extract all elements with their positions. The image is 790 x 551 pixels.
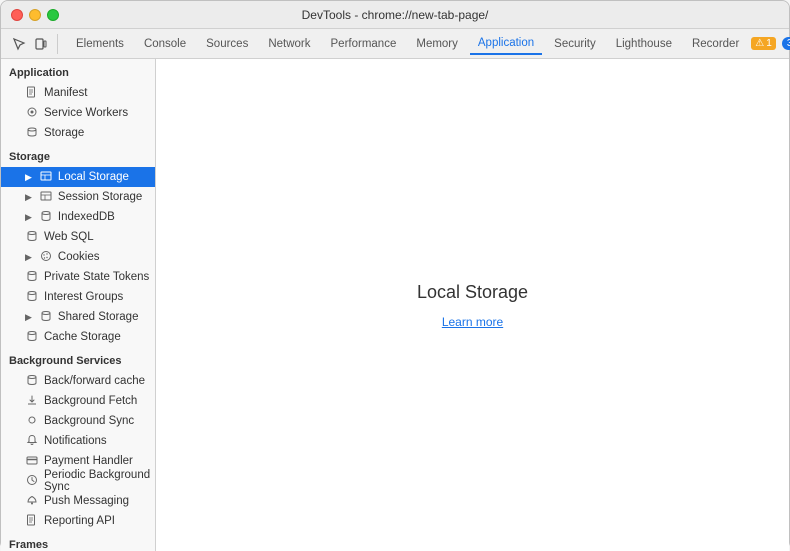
sidebar-item-push-messaging[interactable]: Push Messaging [1,491,155,511]
content-title: Local Storage [417,282,528,303]
back-forward-cache-label: Back/forward cache [44,375,151,387]
payment-handler-label: Payment Handler [44,455,151,467]
window-title: DevTools - chrome://new-tab-page/ [302,8,489,22]
local-storage-label: Local Storage [58,171,151,183]
storage-icon [25,126,39,141]
tab-console[interactable]: Console [136,34,194,54]
cache-storage-icon [25,330,39,345]
manifest-label: Manifest [44,87,151,99]
main-layout: Application Manifest Service Workers Sto… [1,59,789,551]
sidebar-item-notifications[interactable]: Notifications [1,431,155,451]
background-fetch-icon [25,394,39,409]
minimize-button[interactable] [29,9,41,21]
local-storage-chevron: ▶ [25,172,32,183]
periodic-background-sync-label: Periodic Background Sync [44,469,151,493]
cookies-label: Cookies [58,251,151,263]
manifest-icon [25,86,39,101]
warning-badge[interactable]: ⚠ 1 [751,37,776,50]
back-forward-cache-icon [25,374,39,389]
cache-storage-label: Cache Storage [44,331,151,343]
sidebar-item-payment-handler[interactable]: Payment Handler [1,451,155,471]
tab-security[interactable]: Security [546,34,604,54]
sidebar-item-interest-groups[interactable]: Interest Groups [1,287,155,307]
background-sync-label: Background Sync [44,415,151,427]
sidebar-item-cache-storage[interactable]: Cache Storage [1,327,155,347]
sidebar-item-service-workers[interactable]: Service Workers [1,103,155,123]
tab-elements[interactable]: Elements [68,34,132,54]
storage-section-title: Storage [1,143,155,167]
toolbar-icons [9,34,58,54]
sidebar-item-web-sql[interactable]: Web SQL [1,227,155,247]
toolbar-right: ⚠ 1 3 ⚙ ⋮ [751,34,790,54]
push-messaging-icon [25,494,39,509]
inspect-icon[interactable] [9,34,29,54]
sidebar-item-private-state-tokens[interactable]: Private State Tokens [1,267,155,287]
reporting-api-label: Reporting API [44,515,151,527]
sidebar-item-shared-storage[interactable]: ▶ Shared Storage [1,307,155,327]
sidebar-item-background-fetch[interactable]: Background Fetch [1,391,155,411]
storage-label: Storage [44,127,151,139]
warning-icon: ⚠ [755,38,764,49]
interest-groups-label: Interest Groups [44,291,151,303]
sidebar-item-indexeddb[interactable]: ▶ IndexedDB [1,207,155,227]
session-storage-icon [39,190,53,205]
service-workers-label: Service Workers [44,107,151,119]
application-section-title: Application [1,59,155,83]
payment-handler-icon [25,454,39,469]
traffic-lights [11,9,59,21]
tab-lighthouse[interactable]: Lighthouse [608,34,680,54]
notifications-icon [25,434,39,449]
shared-storage-chevron: ▶ [25,312,32,323]
sidebar-item-session-storage[interactable]: ▶ Session Storage [1,187,155,207]
frames-section-title: Frames [1,531,155,551]
background-services-section-title: Background Services [1,347,155,371]
indexeddb-chevron: ▶ [25,212,32,223]
service-workers-icon [25,106,39,121]
content-area: Local Storage Learn more [156,59,789,551]
session-storage-chevron: ▶ [25,192,32,203]
maximize-button[interactable] [47,9,59,21]
shared-storage-label: Shared Storage [58,311,151,323]
info-badge[interactable]: 3 [782,37,790,50]
close-button[interactable] [11,9,23,21]
web-sql-label: Web SQL [44,231,151,243]
notifications-label: Notifications [44,435,151,447]
tab-memory[interactable]: Memory [408,34,466,54]
push-messaging-label: Push Messaging [44,495,151,507]
private-state-tokens-label: Private State Tokens [44,271,151,283]
web-sql-icon [25,230,39,245]
background-fetch-label: Background Fetch [44,395,151,407]
sidebar-item-local-storage[interactable]: ▶ Local Storage [1,167,155,187]
reporting-api-icon [25,514,39,529]
local-storage-icon [39,170,53,185]
indexeddb-label: IndexedDB [58,211,151,223]
private-state-tokens-icon [25,270,39,285]
shared-storage-icon [39,310,53,325]
tab-network[interactable]: Network [260,34,318,54]
toolbar: Elements Console Sources Network Perform… [1,29,789,59]
background-sync-icon [25,414,39,429]
indexeddb-icon [39,210,53,225]
learn-more-link[interactable]: Learn more [442,315,503,329]
interest-groups-icon [25,290,39,305]
tab-application[interactable]: Application [470,33,542,55]
tab-performance[interactable]: Performance [323,34,405,54]
tab-sources[interactable]: Sources [198,34,256,54]
device-icon[interactable] [31,34,51,54]
sidebar-item-storage[interactable]: Storage [1,123,155,143]
tab-recorder[interactable]: Recorder [684,34,747,54]
sidebar-item-back-forward-cache[interactable]: Back/forward cache [1,371,155,391]
sidebar-item-cookies[interactable]: ▶ Cookies [1,247,155,267]
sidebar-item-background-sync[interactable]: Background Sync [1,411,155,431]
cookies-icon [39,250,53,265]
periodic-background-sync-icon [25,474,39,489]
sidebar-item-manifest[interactable]: Manifest [1,83,155,103]
title-bar: DevTools - chrome://new-tab-page/ [1,1,789,29]
sidebar: Application Manifest Service Workers Sto… [1,59,156,551]
sidebar-item-reporting-api[interactable]: Reporting API [1,511,155,531]
cookies-chevron: ▶ [25,252,32,263]
session-storage-label: Session Storage [58,191,151,203]
sidebar-item-periodic-background-sync[interactable]: Periodic Background Sync [1,471,155,491]
